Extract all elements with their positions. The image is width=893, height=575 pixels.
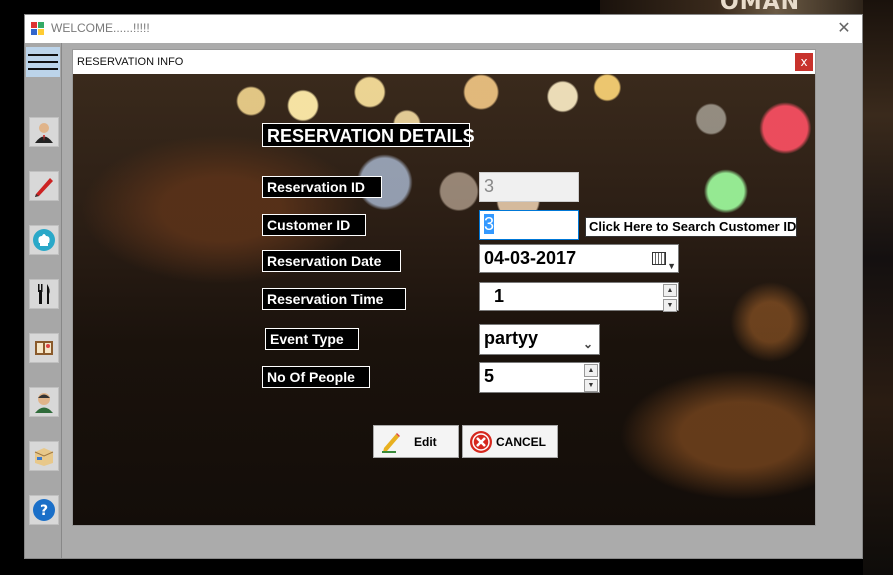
svg-text:?: ? [40,503,48,519]
calendar-icon[interactable] [652,252,666,265]
edit-label: Edit [414,435,437,449]
child-close-button[interactable]: x [795,53,813,71]
reservation-id-field[interactable]: 3 [479,172,579,202]
event-type-value: partyy [484,328,539,348]
edit-pencil-icon [382,433,400,453]
reservation-time-stepper[interactable]: 1 ▲ ▼ [479,282,679,312]
left-toolbar: ? [25,43,62,558]
window-close-button[interactable]: ✕ [832,17,856,39]
people-spinner[interactable]: ▲ ▼ [584,364,598,392]
cancel-x-icon [470,431,492,453]
child-window-title: RESERVATION INFO [77,56,184,68]
hamburger-menu-icon[interactable] [26,47,60,77]
event-type-select[interactable]: partyy ⌄ [479,324,600,355]
reservation-date-picker[interactable]: 04-03-2017 ▼ [479,244,679,273]
help-icon[interactable]: ? [29,495,59,525]
customer-id-label: Customer ID [262,214,366,236]
app-icon [31,22,45,36]
spin-up-icon[interactable]: ▲ [584,364,598,377]
reservation-id-label: Reservation ID [262,176,382,198]
cancel-label: CANCEL [496,435,546,449]
reservation-date-label: Reservation Date [262,250,401,272]
reservation-date-value: 04-03-2017 [484,248,577,268]
search-customer-id-button[interactable]: Click Here to Search Customer ID [585,217,797,237]
desktop-background-top: OMAN [600,0,893,15]
chevron-down-icon[interactable]: ▼ [667,253,676,279]
child-titlebar: RESERVATION INFO x [73,50,815,74]
staff-icon[interactable] [29,387,59,417]
chef-hat-icon[interactable] [29,225,59,255]
spin-up-icon[interactable]: ▲ [663,284,677,297]
event-type-label: Event Type [265,328,359,350]
cancel-button[interactable]: CANCEL [462,425,558,458]
window-title: WELCOME......!!!!! [51,21,150,35]
fork-knife-icon[interactable] [29,279,59,309]
spin-down-icon[interactable]: ▼ [663,299,677,312]
reservation-time-value: 1 [494,286,505,306]
reservation-time-label: Reservation Time [262,288,406,310]
menu-card-icon[interactable] [29,333,59,363]
chevron-down-icon[interactable]: ⌄ [583,331,593,357]
no-of-people-value: 5 [484,366,495,386]
edit-button[interactable]: Edit [373,425,459,458]
time-spinner[interactable]: ▲ ▼ [663,284,677,312]
no-of-people-stepper[interactable]: 5 ▲ ▼ [479,362,600,393]
window-titlebar: WELCOME......!!!!! ✕ [25,15,862,43]
pencil-icon[interactable] [29,171,59,201]
customer-id-value: 3 [484,214,495,234]
delivery-box-icon[interactable] [29,441,59,471]
customer-id-field[interactable]: 3 [479,210,579,240]
no-of-people-label: No Of People [262,366,370,388]
form-heading: RESERVATION DETAILS [262,123,475,147]
desktop-background-right [863,0,893,575]
customer-icon[interactable] [29,117,59,147]
spin-down-icon[interactable]: ▼ [584,379,598,392]
